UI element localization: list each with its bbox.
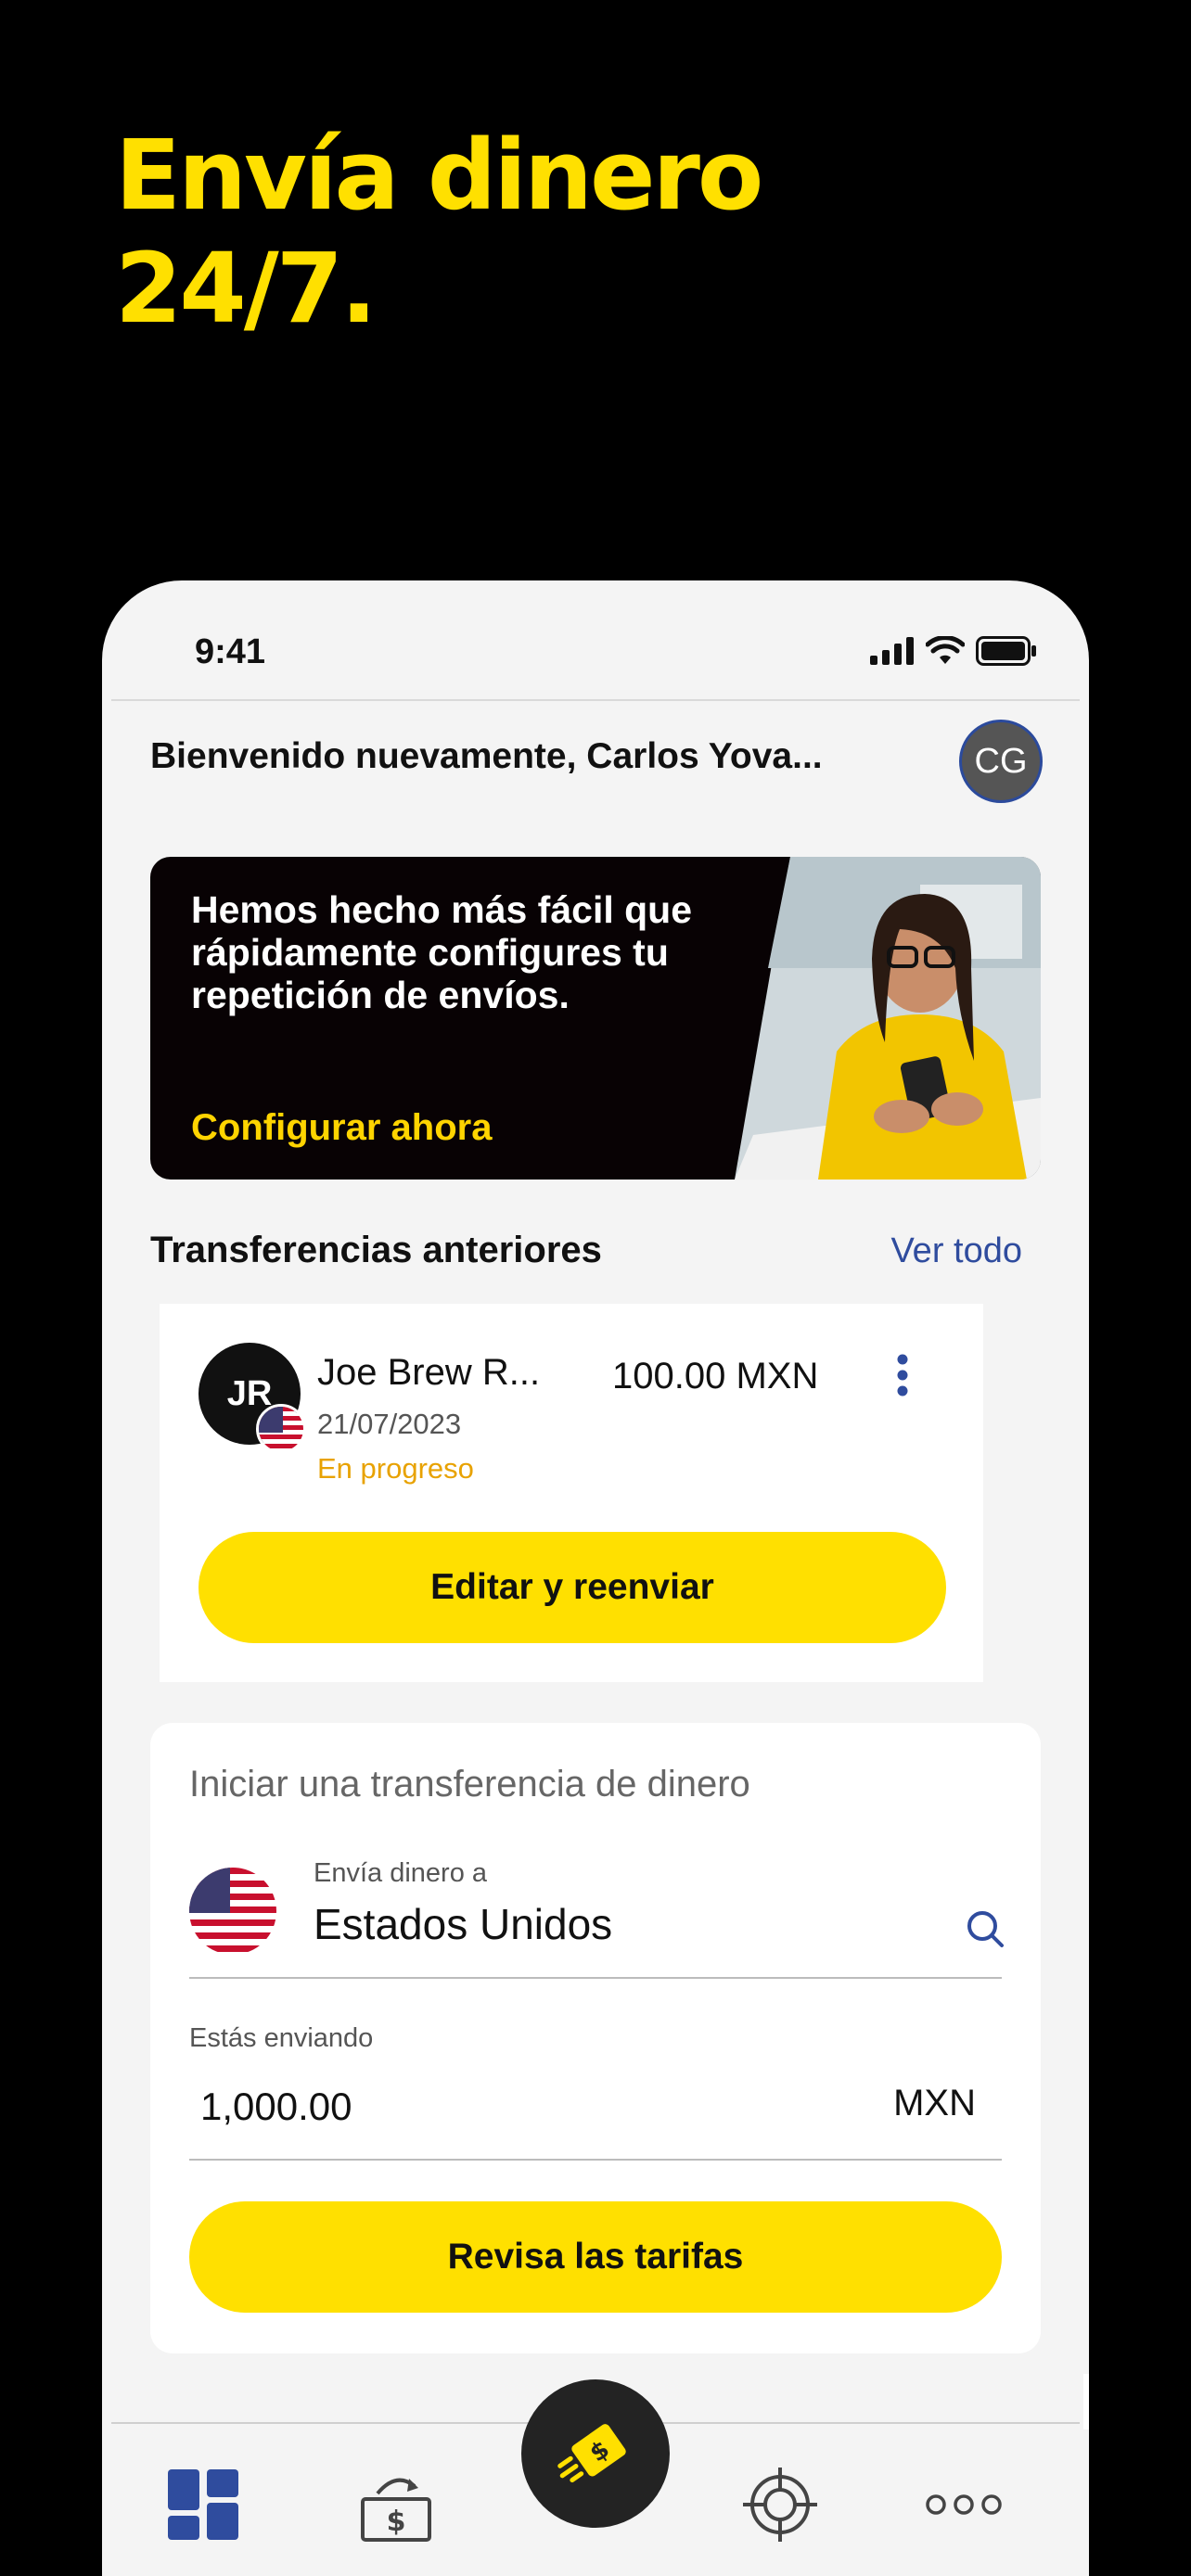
sending-amount-input[interactable]: 1,000.00: [200, 2085, 352, 2129]
banner-text: Hemos hecho más fácil que rápidamente co…: [191, 888, 693, 1016]
battery-icon: [976, 636, 1036, 666]
start-transfer-title: Iniciar una transferencia de dinero: [189, 1764, 750, 1804]
send-money-button[interactable]: $: [521, 2379, 670, 2528]
us-flag-icon: [189, 1868, 276, 1955]
start-transfer-card: Iniciar una transferencia de dinero Enví…: [150, 1723, 1041, 2353]
status-bar: 9:41: [102, 580, 1089, 699]
currency-label: MXN: [893, 2083, 976, 2123]
header-divider: [111, 699, 1080, 701]
more-icon: [926, 2494, 1002, 2515]
woman-with-phone-image: [735, 857, 1041, 1180]
tab-transfers[interactable]: $: [354, 2463, 438, 2546]
recipient-name: Joe Brew R...: [317, 1352, 541, 1393]
wifi-icon: [926, 636, 965, 664]
send-money-icon: $: [557, 2424, 626, 2483]
transfer-money-icon: $: [361, 2478, 431, 2542]
transfer-card[interactable]: JR Joe Brew R... 100.00 MXN 21/07/2023 E…: [160, 1304, 983, 1682]
welcome-message: Bienvenido nuevamente, Carlos Yova...: [150, 736, 823, 776]
headline-line-2: 24/7.: [115, 232, 378, 345]
headline-line-1: Envía dinero: [115, 119, 763, 232]
edit-resend-button[interactable]: Editar y reenviar: [198, 1532, 946, 1643]
search-icon[interactable]: [965, 1908, 1005, 1949]
check-rates-button[interactable]: Revisa las tarifas: [189, 2201, 1002, 2313]
tab-more[interactable]: [922, 2463, 1005, 2546]
previous-transfers-title: Transferencias anteriores: [150, 1230, 602, 1270]
sending-amount-label: Estás enviando: [189, 2023, 374, 2053]
amount-field-underline: [189, 2159, 1002, 2161]
country-field-underline: [189, 1977, 1002, 1979]
signal-icon: [870, 637, 914, 665]
us-flag-icon: [256, 1404, 306, 1454]
promo-banner[interactable]: Hemos hecho más fácil que rápidamente co…: [150, 857, 1041, 1180]
more-options-icon[interactable]: [889, 1352, 916, 1398]
phone-screen: 9:41 Bienvenido nuevamente, Carlos Yova.…: [102, 580, 1089, 2576]
status-time: 9:41: [195, 632, 266, 671]
see-all-link[interactable]: Ver todo: [890, 1231, 1022, 1271]
destination-country-field[interactable]: Estados Unidos: [314, 1899, 612, 1949]
destination-country-label: Envía dinero a: [314, 1858, 488, 1888]
target-icon: [743, 2468, 817, 2542]
tab-bar: $ $: [111, 2379, 1080, 2576]
tab-target[interactable]: [738, 2463, 822, 2546]
promo-headline: Envía dinero 24/7.: [115, 119, 763, 345]
avatar[interactable]: CG: [959, 720, 1043, 803]
edge-marker: [1083, 2374, 1089, 2429]
banner-cta-link[interactable]: Configurar ahora: [191, 1107, 492, 1149]
tab-dashboard[interactable]: [161, 2463, 245, 2546]
transfer-amount: 100.00 MXN: [612, 1356, 819, 1396]
status-badge: En progreso: [317, 1452, 474, 1485]
svg-text:$: $: [387, 2506, 406, 2538]
status-icons: [870, 636, 1037, 666]
transfer-date: 21/07/2023: [317, 1408, 462, 1440]
dashboard-icon: [168, 2469, 238, 2540]
